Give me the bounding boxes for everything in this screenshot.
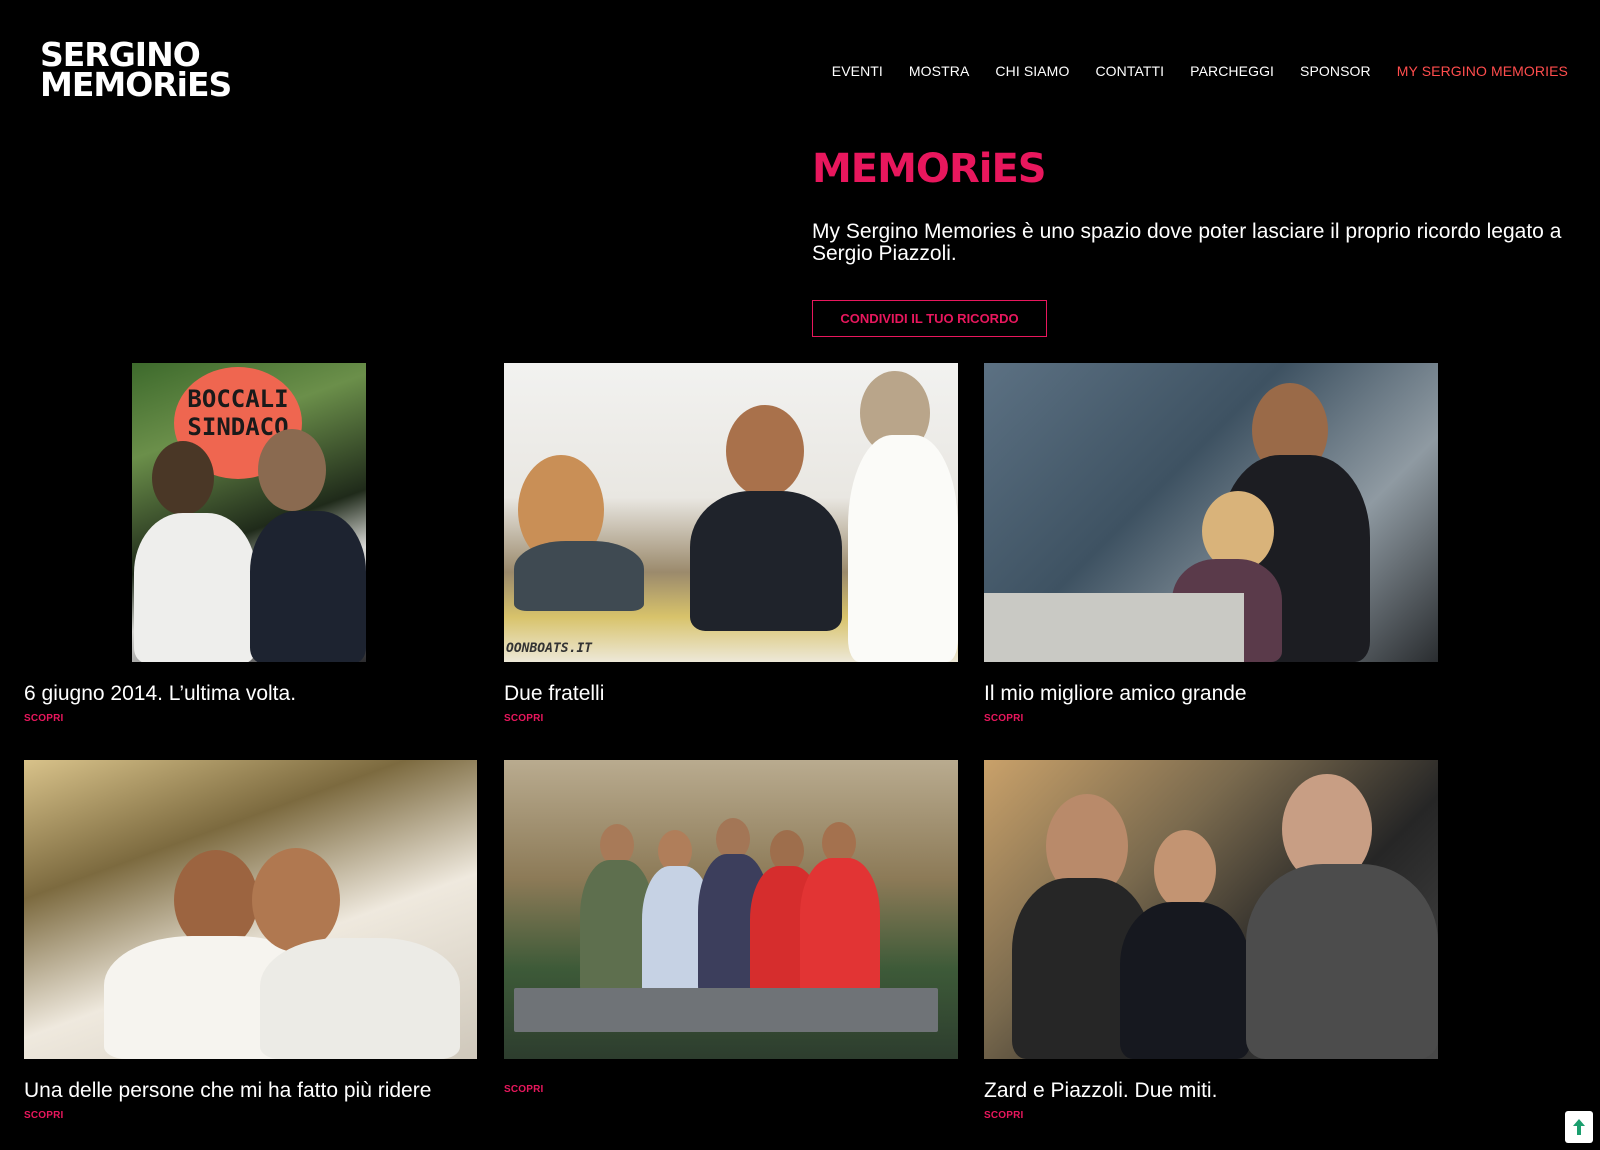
memory-photo[interactable] [24,760,477,1059]
main-navigation: EVENTI MOSTRA CHI SIAMO CONTATTI PARCHEG… [832,63,1568,79]
discover-link[interactable]: SCOPRI [504,1084,544,1095]
back-to-top-button[interactable] [1565,1111,1593,1143]
nav-eventi[interactable]: EVENTI [832,63,883,79]
memory-title[interactable]: 6 giugno 2014. L’ultima volta. [24,682,296,706]
site-logo[interactable]: SERGINO MEMORiES [40,38,232,104]
nav-sponsor[interactable]: SPONSOR [1300,63,1371,79]
nav-mostra[interactable]: MOSTRA [909,63,970,79]
memory-title[interactable]: Due fratelli [504,682,604,706]
share-memory-button[interactable]: CONDIVIDI IL TUO RICORDO [812,300,1047,337]
discover-link[interactable]: SCOPRI [984,713,1024,724]
memory-photo[interactable] [984,363,1438,662]
memory-photo[interactable] [504,760,958,1059]
nav-parcheggi[interactable]: PARCHEGGI [1190,63,1274,79]
memory-title[interactable]: Il mio migliore amico grande [984,682,1247,706]
page-description: My Sergino Memories è uno spazio dove po… [812,220,1562,265]
memory-photo[interactable] [984,760,1438,1059]
page-title: MEMORiES [812,146,1047,192]
memory-photo[interactable]: BOCCALI SINDACO [132,363,366,662]
nav-my-sergino-memories[interactable]: MY SERGINO MEMORIES [1397,63,1568,79]
discover-link[interactable]: SCOPRI [24,713,64,724]
discover-link[interactable]: SCOPRI [504,713,544,724]
boat-caption: OONBOATS.IT [506,641,593,656]
discover-link[interactable]: SCOPRI [984,1110,1024,1121]
arrow-up-icon [1573,1119,1585,1135]
logo-line-2: MEMORiES [40,65,232,104]
memory-photo[interactable]: OONBOATS.IT [504,363,958,662]
nav-contatti[interactable]: CONTATTI [1095,63,1164,79]
discover-link[interactable]: SCOPRI [24,1110,64,1121]
memory-title[interactable]: Una delle persone che mi ha fatto più ri… [24,1079,431,1103]
nav-chi-siamo[interactable]: CHI SIAMO [995,63,1069,79]
memory-title[interactable]: Zard e Piazzoli. Due miti. [984,1079,1217,1103]
